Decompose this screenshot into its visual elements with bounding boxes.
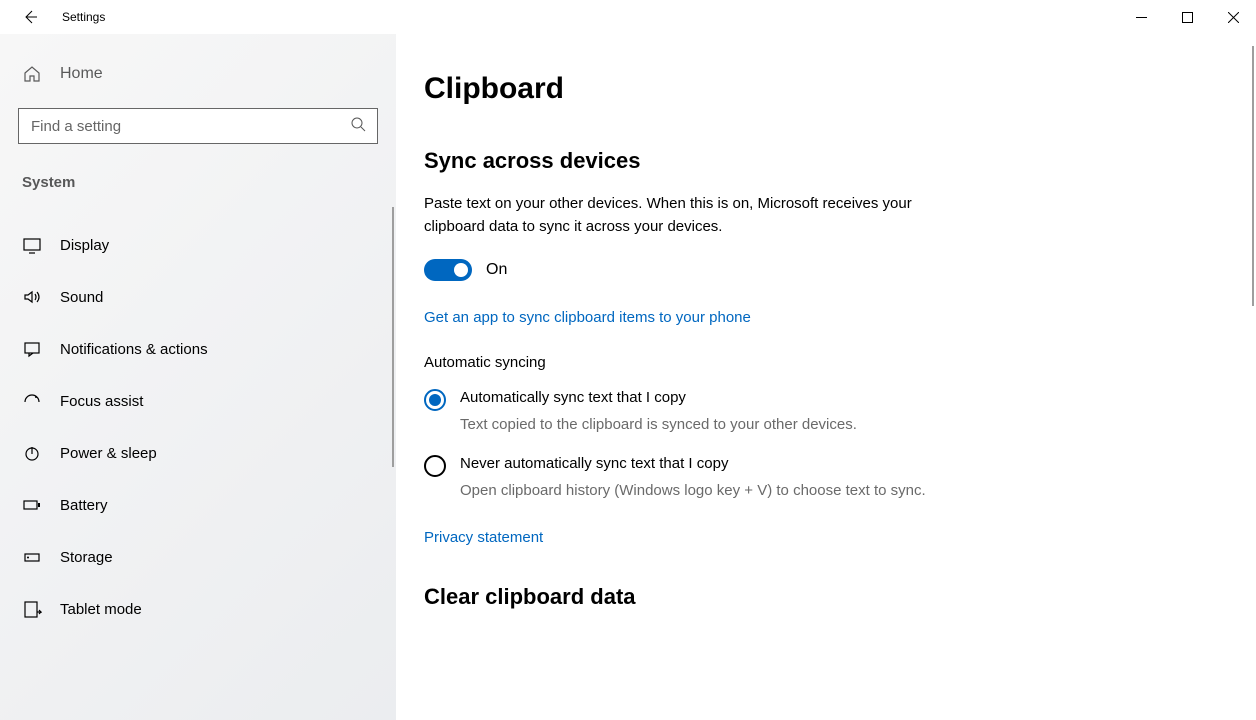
minimize-button[interactable] xyxy=(1118,0,1164,34)
close-button[interactable] xyxy=(1210,0,1256,34)
focus-assist-icon xyxy=(22,391,42,411)
search-input[interactable] xyxy=(18,108,378,144)
nav-item-focus-assist[interactable]: Focus assist xyxy=(0,375,396,427)
nav-item-tablet-mode[interactable]: Tablet mode xyxy=(0,583,396,635)
nav-item-sound[interactable]: Sound xyxy=(0,271,396,323)
nav-item-storage[interactable]: Storage xyxy=(0,531,396,583)
sound-icon xyxy=(22,287,42,307)
nav-item-label: Focus assist xyxy=(60,393,143,410)
category-heading: System xyxy=(0,144,396,195)
back-icon[interactable] xyxy=(20,7,40,27)
radio-auto-sync-label: Automatically sync text that I copy xyxy=(460,389,857,406)
nav-item-label: Power & sleep xyxy=(60,445,157,462)
display-icon xyxy=(22,235,42,255)
main-scrollbar[interactable] xyxy=(1252,46,1254,306)
power-icon xyxy=(22,443,42,463)
nav-item-label: Notifications & actions xyxy=(60,341,208,358)
nav-item-label: Tablet mode xyxy=(60,601,142,618)
clear-heading: Clear clipboard data xyxy=(424,584,1228,610)
nav-item-label: Battery xyxy=(60,497,108,514)
sync-toggle[interactable] xyxy=(424,259,472,281)
nav-item-label: Storage xyxy=(60,549,113,566)
nav-item-display[interactable]: Display xyxy=(0,219,396,271)
search-icon xyxy=(350,116,366,132)
sync-toggle-state: On xyxy=(486,261,507,279)
sidebar-scrollbar[interactable] xyxy=(392,207,394,467)
nav-item-power[interactable]: Power & sleep xyxy=(0,427,396,479)
nav-item-battery[interactable]: Battery xyxy=(0,479,396,531)
privacy-link[interactable]: Privacy statement xyxy=(424,529,543,546)
maximize-button[interactable] xyxy=(1164,0,1210,34)
sidebar: Home System Display Sound Notifications … xyxy=(0,34,396,720)
storage-icon xyxy=(22,547,42,567)
sync-description: Paste text on your other devices. When t… xyxy=(424,192,944,239)
nav-item-notifications[interactable]: Notifications & actions xyxy=(0,323,396,375)
page-title: Clipboard xyxy=(424,72,1228,106)
window-title: Settings xyxy=(62,10,105,24)
home-nav[interactable]: Home xyxy=(0,34,396,84)
nav-item-label: Display xyxy=(60,237,109,254)
notifications-icon xyxy=(22,339,42,359)
nav-item-label: Sound xyxy=(60,289,103,306)
radio-never-sync-label: Never automatically sync text that I cop… xyxy=(460,455,926,472)
auto-sync-subheading: Automatic syncing xyxy=(424,354,1228,371)
home-label: Home xyxy=(60,65,103,83)
sync-heading: Sync across devices xyxy=(424,148,1228,174)
get-app-link[interactable]: Get an app to sync clipboard items to yo… xyxy=(424,309,751,326)
main-content: Clipboard Sync across devices Paste text… xyxy=(396,34,1256,720)
battery-icon xyxy=(22,495,42,515)
nav-list: Display Sound Notifications & actions Fo… xyxy=(0,195,396,635)
radio-never-sync[interactable] xyxy=(424,455,446,477)
radio-auto-sync-desc: Text copied to the clipboard is synced t… xyxy=(460,416,857,433)
radio-never-sync-desc: Open clipboard history (Windows logo key… xyxy=(460,482,926,499)
radio-auto-sync[interactable] xyxy=(424,389,446,411)
tablet-icon xyxy=(22,599,42,619)
home-icon xyxy=(22,64,42,84)
